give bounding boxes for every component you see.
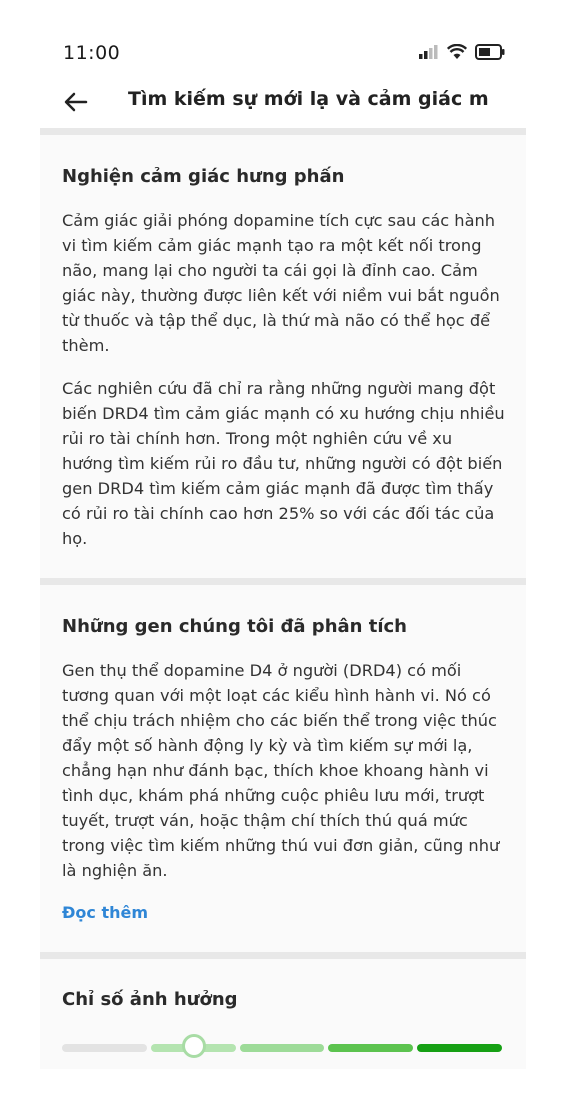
- read-more-link[interactable]: Đọc thêm: [62, 903, 148, 922]
- impact-scale-segment: [239, 1044, 325, 1052]
- app-header: Tìm kiếm sự mới lạ và cảm giác mạnh: [40, 80, 526, 130]
- status-time: 11:00: [63, 42, 121, 64]
- section-heading: Chỉ số ảnh hưởng: [62, 989, 238, 1010]
- impact-scale-segment: [328, 1044, 414, 1052]
- impact-scale-segment: [417, 1044, 502, 1052]
- impact-scale: [62, 1034, 502, 1058]
- section-heading: Nghiện cảm giác hưng phấn: [62, 166, 345, 187]
- page-title: Tìm kiếm sự mới lạ và cảm giác mạnh: [128, 88, 488, 110]
- status-bar: 11:00: [0, 0, 567, 90]
- paragraph: Cảm giác giải phóng dopamine tích cực sa…: [62, 211, 500, 355]
- battery-icon: [475, 44, 505, 60]
- section-heading: Những gen chúng tôi đã phân tích: [62, 616, 407, 637]
- wifi-icon: [447, 44, 467, 59]
- status-icons: [419, 44, 505, 60]
- paragraph: Gen thụ thể dopamine D4 ở người (DRD4) c…: [62, 661, 500, 880]
- back-arrow-icon[interactable]: [62, 88, 90, 116]
- section-impact: Chỉ số ảnh hưởng: [40, 959, 526, 1069]
- impact-scale-segment: [62, 1044, 147, 1052]
- paragraph: Các nghiên cứu đã chỉ ra rằng những ngườ…: [62, 379, 505, 548]
- divider: [40, 128, 526, 135]
- divider: [40, 952, 526, 959]
- divider: [40, 578, 526, 585]
- section-addiction: Nghiện cảm giác hưng phấn Cảm giác giải …: [40, 135, 526, 578]
- impact-indicator: [182, 1034, 206, 1058]
- signal-icon: [419, 45, 438, 59]
- section-genes: Những gen chúng tôi đã phân tích Gen thụ…: [40, 585, 526, 952]
